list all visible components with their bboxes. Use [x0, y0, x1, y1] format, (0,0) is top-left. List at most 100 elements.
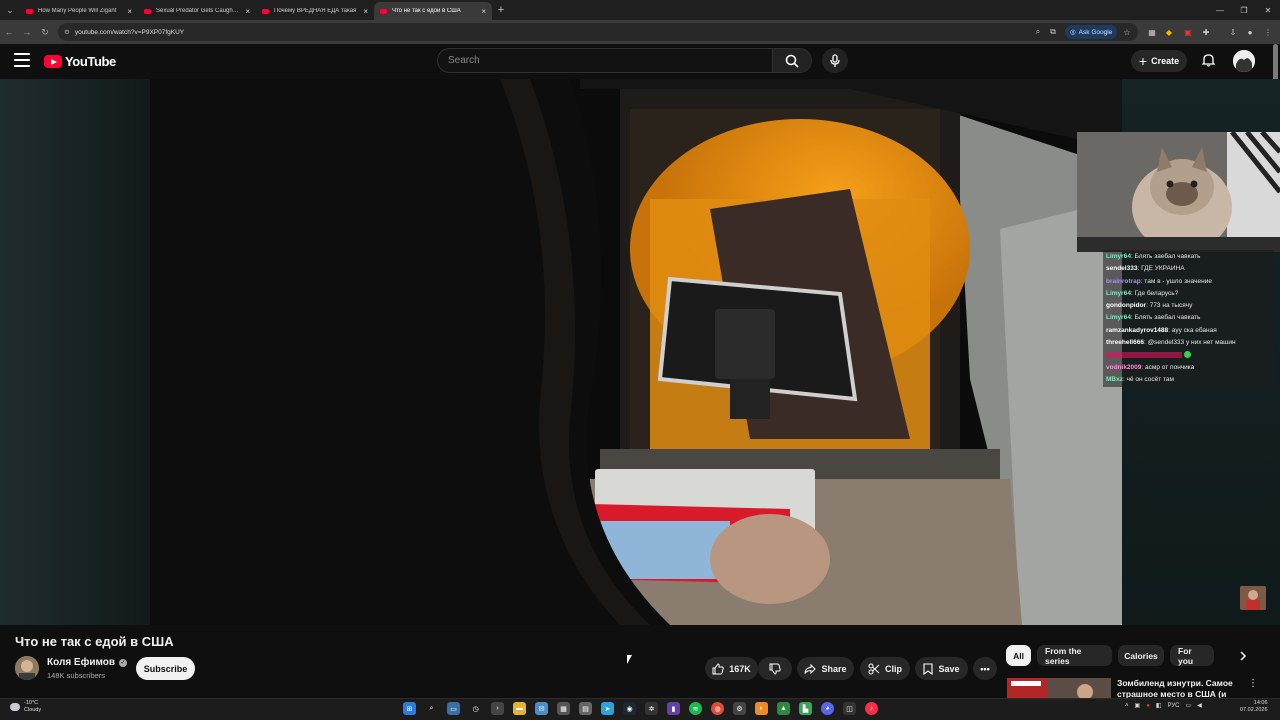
steam-icon[interactable]: ◉	[623, 702, 636, 715]
back-icon[interactable]: ←	[0, 20, 18, 44]
chip-for-you[interactable]: For you	[1170, 645, 1214, 666]
subscribe-button[interactable]: Subscribe	[136, 657, 195, 680]
search-input[interactable]: Search	[437, 48, 773, 73]
minimize-icon[interactable]: —	[1208, 0, 1232, 20]
app-icon[interactable]: ▙	[799, 702, 812, 715]
chevron-right-icon[interactable]	[1234, 647, 1252, 665]
app-icon[interactable]: ◐	[755, 702, 768, 715]
cast-icon[interactable]: ⧉	[1047, 26, 1059, 38]
tab-close-icon[interactable]: ×	[363, 7, 368, 16]
recommendation-title[interactable]: Зомбиленд изнутри. Самое страшное место …	[1117, 678, 1233, 698]
like-button[interactable]: 167K	[705, 657, 758, 680]
maximize-icon[interactable]: ❐	[1232, 0, 1256, 20]
dislike-button[interactable]	[758, 657, 792, 680]
chrome-menu-icon[interactable]: ⋮	[1262, 26, 1274, 38]
account-avatar[interactable]	[1233, 50, 1255, 72]
browser-tab-3[interactable]: Почему ВРЕДНАЯ ЕДА такая ×	[256, 2, 374, 20]
tray-app-icon[interactable]: ●	[1146, 703, 1150, 709]
tab-close-icon[interactable]: ×	[245, 7, 250, 16]
voice-search-button[interactable]	[822, 48, 848, 73]
bookmark-icon	[923, 662, 934, 675]
stream-chat-overlay: Limyr64: Блять заебал чавкать sendel333:…	[1103, 250, 1273, 388]
extension-icon[interactable]: ▣	[1182, 26, 1194, 38]
chevron-up-icon[interactable]: ˄	[1125, 703, 1129, 709]
notifications-button[interactable]	[1200, 52, 1216, 68]
windows-start-icon[interactable]: ⊞	[403, 702, 416, 715]
translate-icon[interactable]: ⌕	[1032, 26, 1044, 38]
chat-message: brainrotrap: там в - ушло значение	[1106, 277, 1212, 285]
hamburger-menu-icon[interactable]	[14, 53, 30, 67]
more-actions-button[interactable]: •••	[973, 657, 997, 680]
search-taskbar-icon[interactable]: ⌕	[425, 702, 438, 715]
channel-name[interactable]: Коля Ефимов ✓	[47, 657, 128, 668]
save-button[interactable]: Save	[915, 657, 968, 680]
calculator-icon[interactable]: ▤	[579, 702, 592, 715]
browser-tab-4[interactable]: Что не так с едой в США ×	[374, 2, 492, 20]
spotify-icon[interactable]: ≋	[689, 702, 702, 715]
channel-name-text[interactable]: Коля Ефимов	[47, 657, 115, 668]
youtube-logo[interactable]: YouTube	[44, 54, 116, 69]
channel-avatar[interactable]	[15, 656, 39, 680]
close-window-icon[interactable]: ✕	[1256, 0, 1280, 20]
app-icon[interactable]: ⚙	[733, 702, 746, 715]
video-frame[interactable]	[150, 79, 1122, 625]
chrome-icon[interactable]: ◍	[711, 702, 724, 715]
search-button[interactable]	[772, 48, 812, 73]
reload-icon[interactable]: ↻	[36, 20, 54, 44]
downloads-icon[interactable]: ⇩	[1227, 26, 1239, 38]
verified-check-icon: ✓	[119, 658, 128, 667]
clock[interactable]: 14:06 07.02.2026	[1240, 700, 1268, 714]
browser-tab-2[interactable]: Sexual Predator Gets Caught in ×	[138, 2, 256, 20]
clock-date: 07.02.2026	[1240, 707, 1268, 713]
mail-icon[interactable]: ✉	[535, 702, 548, 715]
terminal-icon[interactable]: ›	[491, 702, 504, 715]
url-field[interactable]: ⚙ youtube.com/watch?v=P9XP07fgKUY	[58, 23, 1138, 41]
chip-all[interactable]: All	[1006, 645, 1031, 666]
twitch-icon[interactable]: ▮	[667, 702, 680, 715]
volume-icon[interactable]: ◀	[1197, 702, 1202, 709]
ask-google-button[interactable]: ◎ Ask Google	[1065, 25, 1118, 39]
extension-icon[interactable]: ▦	[1146, 26, 1158, 38]
tab-close-icon[interactable]: ×	[127, 7, 132, 16]
telegram-icon[interactable]: ➤	[601, 702, 614, 715]
task-view-icon[interactable]: ▭	[447, 702, 460, 715]
browser-tab-1[interactable]: How Many People Will Zigant ×	[20, 2, 138, 20]
subscriber-count: 148K subscribers	[47, 671, 105, 680]
app-icon[interactable]: ◷	[469, 702, 482, 715]
chip-from-the-series[interactable]: From the series	[1037, 645, 1112, 666]
app-icon[interactable]: ▲	[777, 702, 790, 715]
site-info-icon[interactable]: ⚙	[64, 28, 70, 36]
tab-close-icon[interactable]: ×	[481, 7, 486, 16]
tray-app-icon[interactable]: ▣	[1135, 702, 1141, 709]
more-vertical-icon[interactable]: ⋮	[1248, 678, 1258, 689]
new-tab-button[interactable]: +	[492, 4, 510, 16]
music-icon[interactable]: ♪	[865, 702, 878, 715]
extensions-puzzle-icon[interactable]: ✚	[1200, 26, 1212, 38]
chat-message: Limyr64: Блять заебал чавкать	[1106, 314, 1201, 322]
network-icon[interactable]: ▭	[1186, 702, 1192, 709]
app-icon[interactable]: ▦	[557, 702, 570, 715]
extension-icon[interactable]: ◆	[1163, 26, 1175, 38]
create-button[interactable]: + Create	[1131, 50, 1187, 72]
weather-widget[interactable]: -10°C Cloudy	[10, 700, 41, 714]
miniplayer-thumbnail[interactable]	[1240, 586, 1266, 610]
recommendation-thumbnail[interactable]	[1007, 678, 1111, 698]
language-indicator[interactable]: РУС	[1167, 703, 1179, 709]
profile-icon[interactable]: ●	[1244, 26, 1256, 38]
forward-icon[interactable]: →	[18, 20, 36, 44]
share-label: Share	[821, 663, 847, 674]
tab-search-icon[interactable]: ⌄	[0, 0, 20, 20]
discord-icon[interactable]: ◕	[821, 702, 834, 715]
cloud-icon	[10, 703, 20, 711]
emote-icon	[1183, 351, 1191, 359]
bookmark-star-icon[interactable]: ☆	[1121, 26, 1133, 38]
youtube-favicon-icon	[262, 8, 269, 14]
file-explorer-icon[interactable]: ▬	[513, 702, 526, 715]
app-icon[interactable]: ◫	[843, 702, 856, 715]
clip-button[interactable]: Clip	[860, 657, 910, 680]
chip-calories[interactable]: Calories	[1118, 645, 1164, 666]
share-button[interactable]: Share	[797, 657, 854, 680]
chatgpt-icon[interactable]: ✲	[645, 702, 658, 715]
system-tray: ˄ ▣ ● ◧ РУС ▭ ◀	[1125, 702, 1202, 710]
tray-app-icon[interactable]: ◧	[1156, 702, 1162, 709]
